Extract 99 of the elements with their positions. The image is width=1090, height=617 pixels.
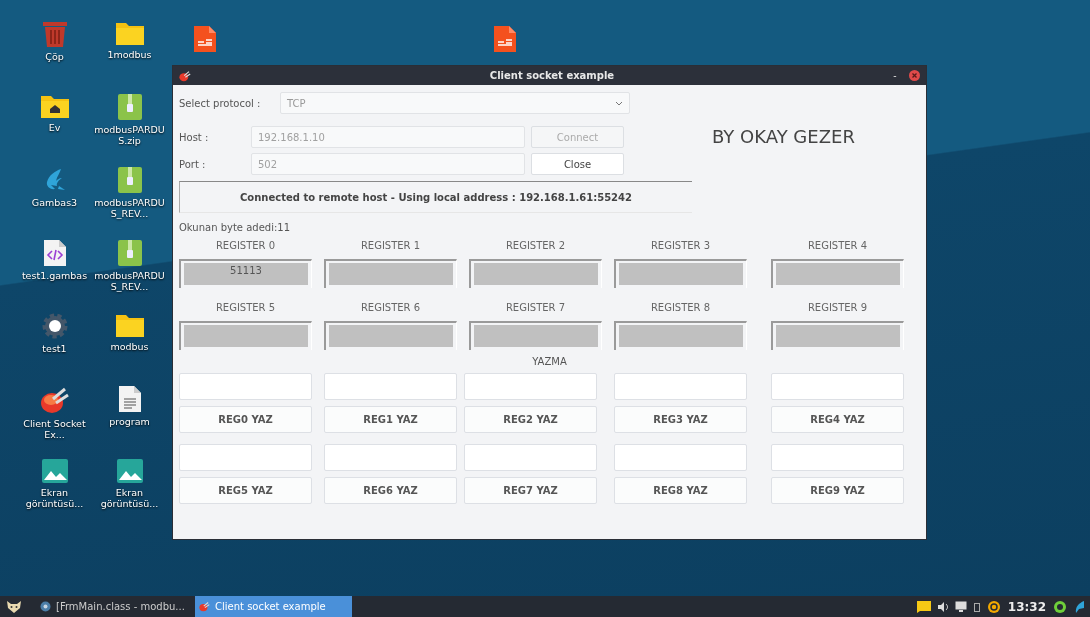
- register-label: REGISTER 6: [360, 302, 421, 315]
- icon-label: Ekran görüntüsü...: [99, 487, 160, 509]
- desktop-icon[interactable]: Ekran görüntüsü...: [17, 458, 92, 531]
- archive-icon: [116, 239, 143, 267]
- chevron-down-icon: [615, 100, 623, 106]
- presentation-file-icon: [193, 25, 217, 53]
- window-title: Client socket example: [489, 70, 615, 81]
- register-input[interactable]: [464, 444, 597, 471]
- icon-label: Ev: [47, 122, 62, 133]
- monitor-icon[interactable]: [954, 601, 967, 612]
- register-label: REGISTER 2: [505, 240, 566, 253]
- document-icon: [117, 385, 142, 413]
- folder-icon: [114, 312, 145, 338]
- register-label: REGISTER 1: [360, 240, 421, 253]
- register-label: REGISTER 3: [650, 240, 711, 253]
- register-input[interactable]: [179, 373, 312, 400]
- trash-icon: [41, 20, 68, 48]
- plug-icon: [39, 385, 70, 415]
- register-input[interactable]: [179, 444, 312, 471]
- desktop-icon[interactable]: test1: [17, 312, 92, 385]
- code-file-icon: [42, 239, 67, 267]
- desktop-icon[interactable]: Ev: [17, 93, 92, 166]
- author-label: BY OKAY GEZER: [712, 126, 855, 149]
- desktop-icon[interactable]: modbusPARDUS_REV...: [92, 239, 167, 312]
- register-input[interactable]: [464, 373, 597, 400]
- register-input[interactable]: [614, 444, 747, 471]
- speaker-icon[interactable]: [937, 601, 948, 612]
- desktop-icon[interactable]: modbusPARDUS_REV...: [92, 166, 167, 239]
- icon-label: Çöp: [44, 51, 65, 62]
- register-input[interactable]: [614, 373, 747, 400]
- icon-label: modbusPARDUS.zip: [93, 124, 166, 146]
- globe-icon: [40, 601, 51, 612]
- write-button[interactable]: REG4 YAZ: [771, 406, 904, 433]
- icon-label: Gambas3: [30, 197, 79, 208]
- desktop-icon[interactable]: Çöp: [17, 20, 92, 93]
- icon-label: modbusPARDUS_REV...: [93, 270, 166, 292]
- desktop-icon[interactable]: program: [92, 385, 167, 458]
- desktop-icon[interactable]: test1.gambas: [17, 239, 92, 312]
- icon-label: test1.gambas: [20, 270, 89, 281]
- section-heading: YAZMA: [532, 356, 567, 367]
- taskbar-task[interactable]: [FrmMain.class - modbu...: [36, 596, 193, 617]
- plug-icon: [179, 69, 191, 82]
- message-icon[interactable]: [916, 600, 931, 613]
- register-label: REGISTER 4: [807, 240, 868, 253]
- bird-icon[interactable]: [1074, 599, 1084, 614]
- icon-label: Client Socket Ex...: [22, 418, 87, 440]
- write-button[interactable]: REG9 YAZ: [771, 477, 904, 504]
- ring-icon[interactable]: [986, 599, 1001, 614]
- register-label: REGISTER 9: [807, 302, 868, 315]
- image-icon: [115, 458, 144, 484]
- battery-icon[interactable]: [973, 601, 980, 612]
- desktop-icon[interactable]: Gambas3: [17, 166, 92, 239]
- icon-label: modbusPARDUS_REV...: [93, 197, 166, 219]
- write-button[interactable]: REG3 YAZ: [614, 406, 747, 433]
- write-button[interactable]: REG1 YAZ: [324, 406, 457, 433]
- minimize-button[interactable]: -: [889, 69, 901, 82]
- plug-icon: [199, 601, 210, 612]
- write-button[interactable]: REG2 YAZ: [464, 406, 597, 433]
- field-label: Select protocol :: [179, 97, 262, 109]
- register-label: REGISTER 8: [650, 302, 711, 315]
- icon-label: modbus: [109, 341, 150, 352]
- circle-icon[interactable]: [1053, 599, 1067, 614]
- write-button[interactable]: REG5 YAZ: [179, 477, 312, 504]
- folder-icon: [114, 20, 145, 46]
- write-button[interactable]: REG7 YAZ: [464, 477, 597, 504]
- image-icon: [40, 458, 69, 484]
- cat-icon[interactable]: [6, 599, 22, 614]
- desktop-icon[interactable]: modbusPARDUS.zip: [92, 93, 167, 166]
- archive-icon: [116, 166, 143, 194]
- desktop-icon[interactable]: 1modbus: [92, 20, 167, 93]
- clock[interactable]: 13:32: [1007, 599, 1046, 614]
- write-button[interactable]: REG8 YAZ: [614, 477, 747, 504]
- desktop-icon[interactable]: modbus: [92, 312, 167, 385]
- register-label: REGISTER 0: [215, 240, 276, 253]
- status-message: Connected to remote host - Using local address : 192.168.1.61:55242: [179, 181, 692, 213]
- icon-label: 1modbus: [106, 49, 153, 60]
- close-button[interactable]: Close: [531, 153, 624, 175]
- register-input[interactable]: [324, 444, 457, 471]
- close-icon[interactable]: [909, 70, 920, 81]
- write-button[interactable]: REG6 YAZ: [324, 477, 457, 504]
- register-input[interactable]: [324, 373, 457, 400]
- desktop-icon[interactable]: Ekran görüntüsü...: [92, 458, 167, 531]
- gear-icon: [40, 312, 69, 340]
- register-input[interactable]: [771, 373, 904, 400]
- desktop-icon[interactable]: Client Socket Ex...: [17, 385, 92, 458]
- icon-label: test1: [41, 343, 68, 354]
- icon-label: program: [108, 416, 151, 427]
- home-folder-icon: [39, 93, 70, 119]
- field-label: Port :: [179, 158, 207, 170]
- register-label: REGISTER 7: [505, 302, 566, 315]
- byte-count: Okunan byte adedi:11: [179, 222, 292, 233]
- write-button[interactable]: REG0 YAZ: [179, 406, 312, 433]
- icon-label: Ekran görüntüsü...: [24, 487, 85, 509]
- presentation-file-icon: [493, 25, 517, 53]
- field-label: Host :: [179, 131, 210, 143]
- register-label: REGISTER 5: [215, 302, 276, 315]
- register-value-field: 51113: [179, 259, 312, 288]
- archive-icon: [116, 93, 143, 121]
- register-input[interactable]: [771, 444, 904, 471]
